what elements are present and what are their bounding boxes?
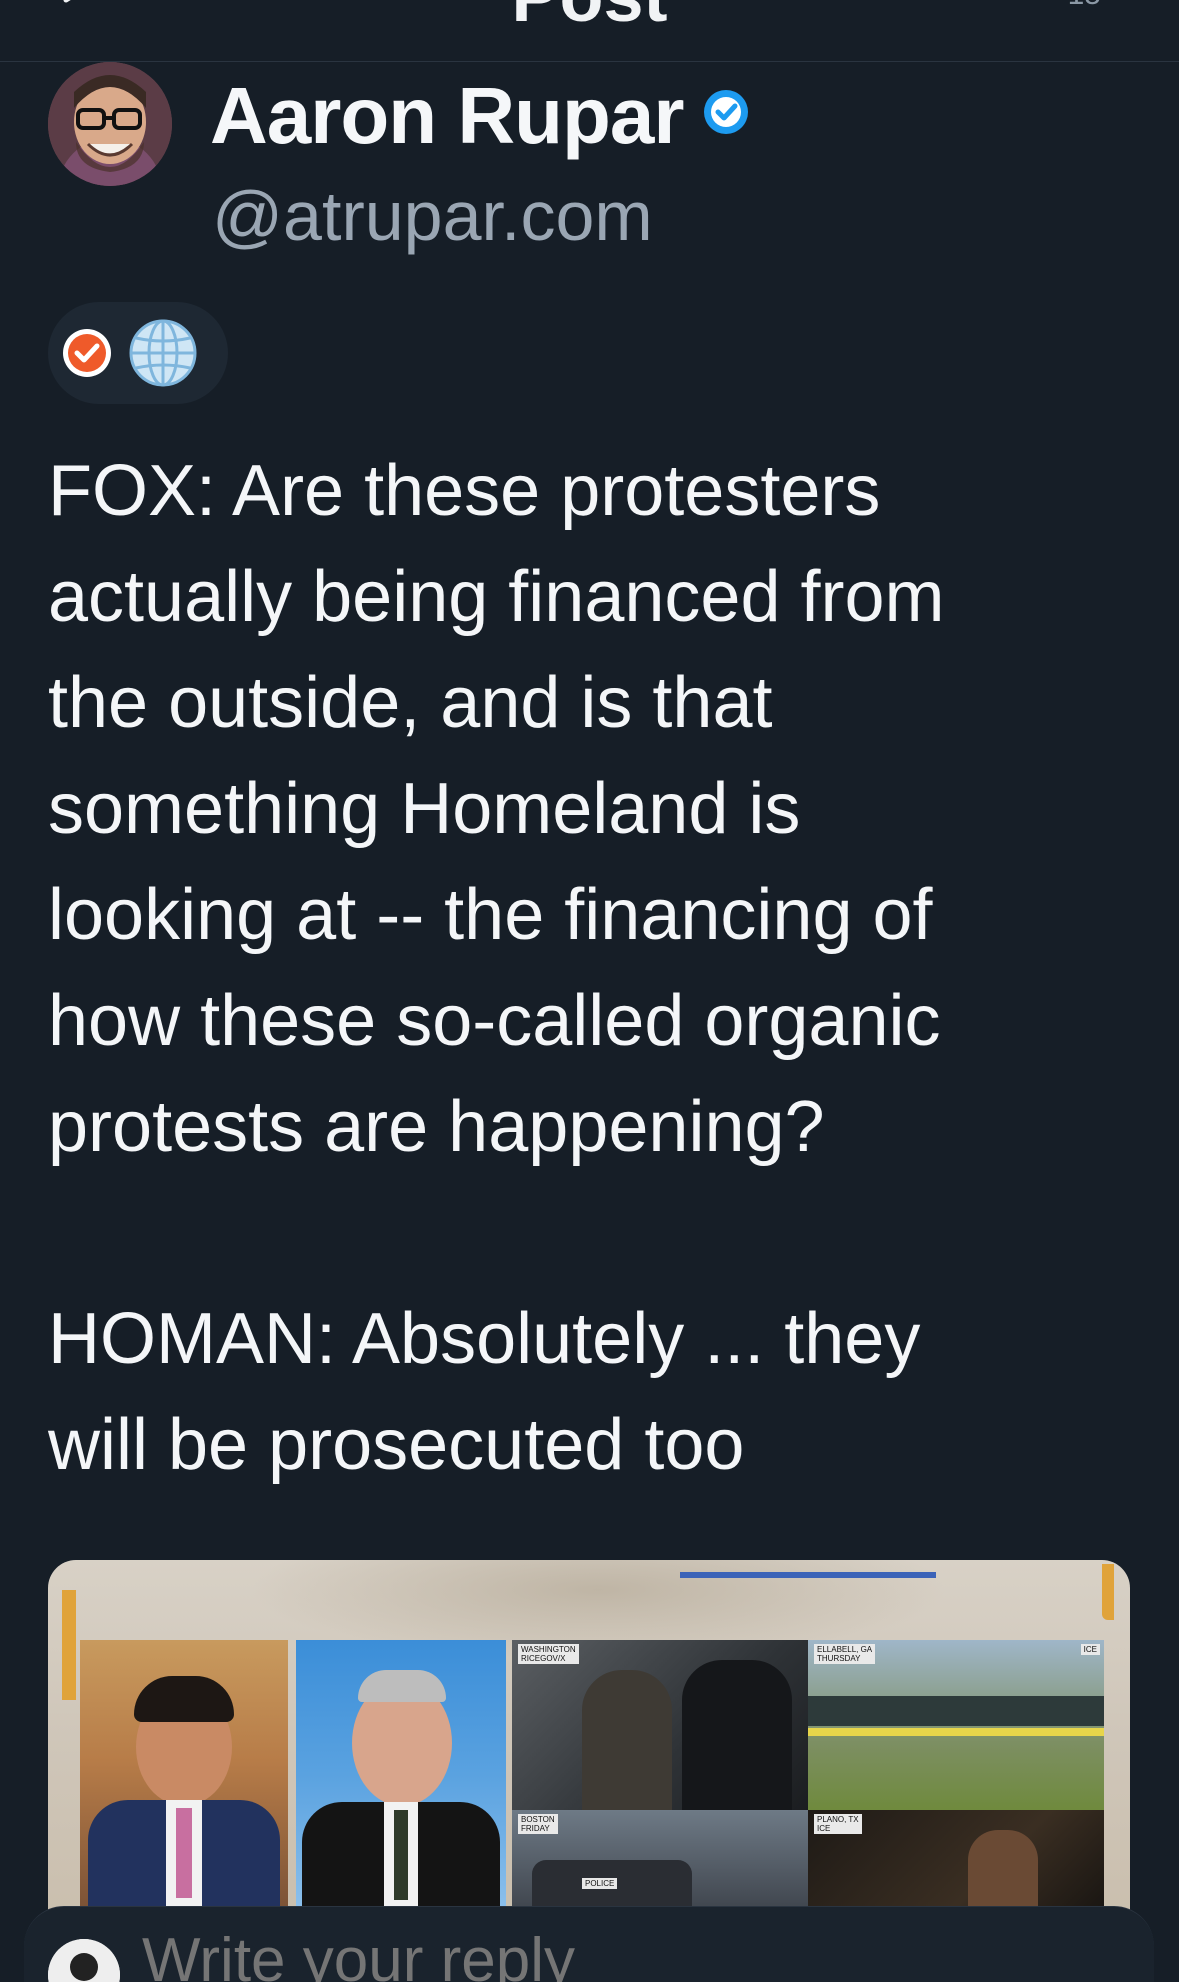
- video-progress-indicator: [680, 1572, 936, 1578]
- graphic-accent: [1102, 1564, 1114, 1620]
- reply-input[interactable]: [142, 1925, 1042, 1982]
- location-label: ELLABELL, GA THURSDAY: [814, 1644, 876, 1664]
- author-avatar[interactable]: [48, 62, 172, 186]
- profile-badges[interactable]: [48, 302, 228, 404]
- verified-badge-icon: [704, 90, 748, 134]
- location-label: BOSTON FRIDAY: [518, 1814, 558, 1834]
- post-body-text: FOX: Are these protesters actually being…: [48, 451, 945, 1485]
- author-handle[interactable]: @atrupar.com: [212, 176, 653, 256]
- page-title: Post: [0, 0, 1179, 38]
- host-video-panel: [80, 1640, 288, 1910]
- guest-video-panel: [296, 1640, 506, 1910]
- news-scene-panel: PLANO, TX ICE: [808, 1810, 1104, 1920]
- agency-label: ICE: [1080, 1644, 1100, 1655]
- post-screen: Post 15 Aaron Rupar @atrupar.com: [0, 0, 1179, 1982]
- reply-composer[interactable]: [24, 1906, 1154, 1982]
- globe-icon: [129, 319, 197, 387]
- location-label: WASHINGTON RICEGOV/X: [518, 1644, 579, 1664]
- user-avatar: [48, 1939, 120, 1982]
- news-scene-panel: WASHINGTON RICEGOV/X: [512, 1640, 808, 1810]
- author-name[interactable]: Aaron Rupar: [210, 70, 684, 162]
- avatar-image: [48, 62, 172, 186]
- top-nav-bar: Post 15: [0, 0, 1179, 62]
- checkmark-badge-icon: [63, 329, 111, 377]
- graphic-accent: [62, 1590, 76, 1700]
- nav-counter: 15: [1068, 0, 1101, 12]
- news-scene-panel: BOSTON FRIDAY POLICE: [512, 1810, 808, 1920]
- location-label: PLANO, TX ICE: [814, 1814, 862, 1834]
- news-scene-panel: ELLABELL, GA THURSDAY ICE: [808, 1640, 1104, 1810]
- police-car-label: POLICE: [582, 1878, 618, 1889]
